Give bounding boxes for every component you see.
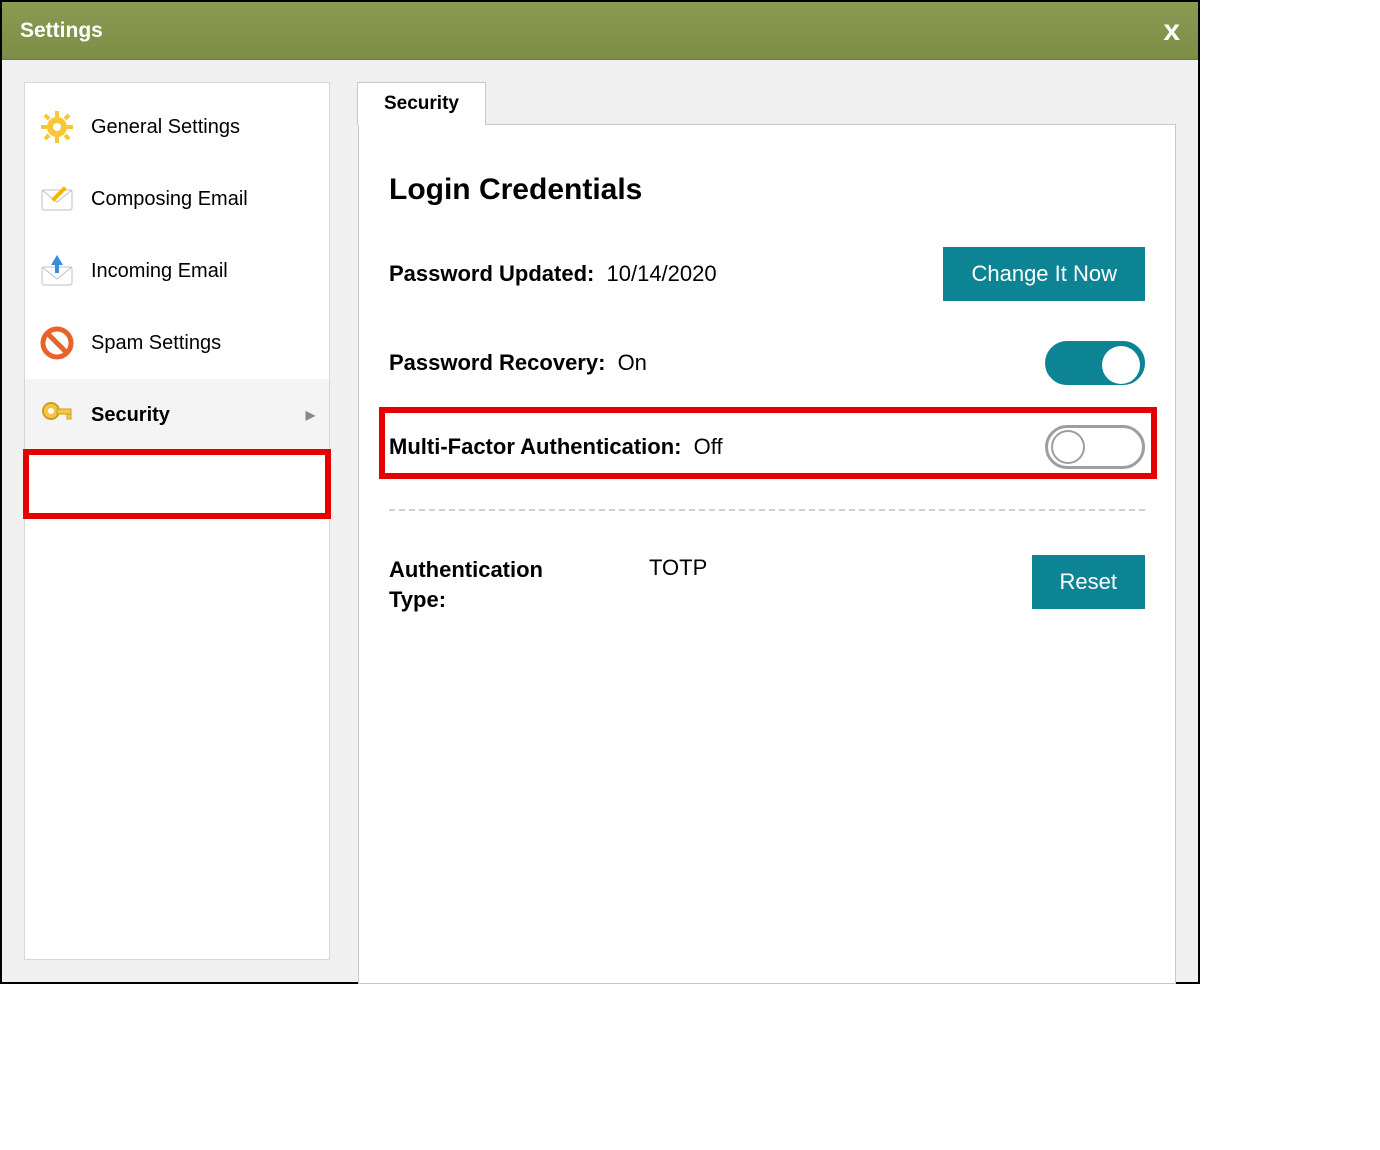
auth-type-value: TOTP xyxy=(649,555,707,581)
incoming-icon xyxy=(39,253,75,289)
key-icon xyxy=(39,397,75,433)
change-it-now-button[interactable]: Change It Now xyxy=(943,247,1145,301)
password-recovery-row: Password Recovery: On xyxy=(389,341,1145,385)
titlebar: Settings x xyxy=(2,2,1198,60)
sidebar: General Settings Composing Email xyxy=(24,82,330,960)
password-recovery-toggle[interactable] xyxy=(1045,341,1145,385)
sidebar-item-incoming-email[interactable]: Incoming Email xyxy=(25,235,329,307)
toggle-knob xyxy=(1102,346,1140,384)
chevron-right-icon: ▶ xyxy=(306,408,315,422)
auth-type-row: Authentication Type: TOTP Reset xyxy=(389,555,1145,614)
sidebar-item-label: Security xyxy=(91,404,170,427)
auth-type-label: Authentication Type: xyxy=(389,555,589,614)
highlight-sidebar-security xyxy=(23,449,331,519)
password-updated-value: 10/14/2020 xyxy=(607,261,717,286)
password-recovery-value: On xyxy=(618,350,647,375)
gear-icon xyxy=(39,109,75,145)
window-title: Settings xyxy=(20,19,103,43)
toggle-knob xyxy=(1051,430,1085,464)
mfa-value: Off xyxy=(694,434,723,459)
mfa-row: Multi-Factor Authentication: Off xyxy=(389,425,1145,469)
section-heading: Login Credentials xyxy=(389,173,1145,207)
settings-window: Settings x Gene xyxy=(0,0,1200,984)
password-updated-label: Password Updated: xyxy=(389,261,594,286)
close-icon[interactable]: x xyxy=(1163,16,1180,46)
mfa-toggle[interactable] xyxy=(1045,425,1145,469)
mfa-label: Multi-Factor Authentication: xyxy=(389,434,682,459)
sidebar-item-spam-settings[interactable]: Spam Settings xyxy=(25,307,329,379)
reset-button[interactable]: Reset xyxy=(1032,555,1145,609)
separator xyxy=(389,509,1145,511)
sidebar-item-label: General Settings xyxy=(91,116,240,139)
sidebar-item-label: Composing Email xyxy=(91,188,248,211)
body-area: General Settings Composing Email xyxy=(2,60,1198,982)
security-panel: Login Credentials Password Updated: 10/1… xyxy=(358,124,1176,984)
password-updated-row: Password Updated: 10/14/2020 Change It N… xyxy=(389,247,1145,301)
main-area: Security Login Credentials Password Upda… xyxy=(358,82,1176,960)
sidebar-item-general-settings[interactable]: General Settings xyxy=(25,91,329,163)
tab-label: Security xyxy=(384,93,459,114)
password-recovery-text: Password Recovery: On xyxy=(389,350,647,376)
password-recovery-label: Password Recovery: xyxy=(389,350,605,375)
block-icon xyxy=(39,325,75,361)
mfa-text: Multi-Factor Authentication: Off xyxy=(389,434,723,460)
sidebar-item-label: Incoming Email xyxy=(91,260,228,283)
sidebar-item-label: Spam Settings xyxy=(91,332,221,355)
compose-icon xyxy=(39,181,75,217)
password-updated-text: Password Updated: 10/14/2020 xyxy=(389,261,717,287)
sidebar-item-security[interactable]: Security ▶ xyxy=(25,379,329,451)
tab-security[interactable]: Security xyxy=(357,82,486,125)
sidebar-item-composing-email[interactable]: Composing Email xyxy=(25,163,329,235)
